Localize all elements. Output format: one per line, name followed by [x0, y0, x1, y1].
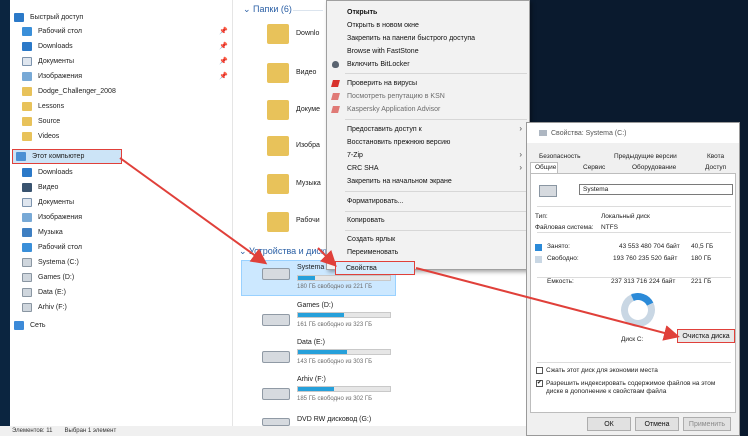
- annotation-arrows: [119, 157, 680, 341]
- arrow-to-properties: [317, 247, 337, 267]
- arrow-to-drive: [119, 157, 268, 265]
- arrow-to-cleanup: [415, 267, 680, 341]
